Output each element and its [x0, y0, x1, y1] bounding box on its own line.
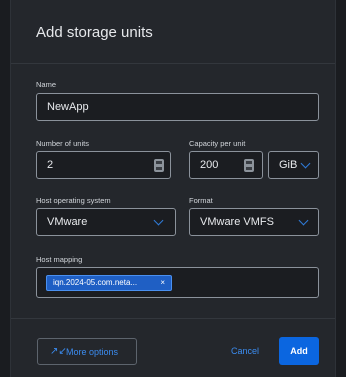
- name-input[interactable]: NewApp: [36, 93, 319, 121]
- stepper-icon[interactable]: [154, 159, 164, 172]
- more-options-button[interactable]: ↗↙ More options: [37, 338, 137, 365]
- stepper-icon[interactable]: [244, 159, 254, 172]
- add-button-label: Add: [290, 346, 308, 356]
- chevron-down-icon: [300, 158, 311, 169]
- close-icon[interactable]: ×: [160, 276, 165, 290]
- dialog-header: Add storage units: [11, 0, 335, 64]
- format-select[interactable]: VMware VMFS: [189, 208, 319, 236]
- capacity-unit-select[interactable]: GiB: [268, 151, 319, 179]
- units-label: Number of units: [36, 139, 89, 148]
- add-storage-units-dialog: Add storage units Name NewApp Number of …: [10, 0, 336, 377]
- host-os-value: VMware: [47, 216, 88, 228]
- chevron-down-icon: [153, 215, 164, 226]
- dialog-title: Add storage units: [36, 24, 153, 41]
- expand-icon: ↗↙: [50, 346, 67, 357]
- footer-divider: [11, 318, 335, 319]
- name-label: Name: [36, 80, 57, 89]
- format-value: VMware VMFS: [200, 216, 274, 228]
- add-button[interactable]: Add: [279, 337, 319, 365]
- more-options-label: More options: [66, 347, 119, 357]
- host-mapping-chip[interactable]: iqn.2024-05.com.neta... ×: [46, 275, 172, 291]
- units-stepper[interactable]: 2: [36, 151, 171, 179]
- capacity-label: Capacity per unit: [189, 139, 246, 148]
- chevron-down-icon: [298, 215, 309, 226]
- host-mapping-input[interactable]: iqn.2024-05.com.neta... ×: [36, 267, 319, 298]
- cancel-button[interactable]: Cancel: [231, 346, 259, 356]
- format-label: Format: [189, 196, 213, 205]
- units-value: 2: [47, 159, 54, 171]
- host-mapping-label: Host mapping: [36, 255, 83, 264]
- capacity-value: 200: [200, 159, 219, 171]
- capacity-unit-value: GiB: [279, 159, 298, 171]
- host-mapping-chip-label: iqn.2024-05.com.neta...: [53, 278, 138, 287]
- host-os-label: Host operating system: [36, 196, 111, 205]
- capacity-stepper[interactable]: 200: [189, 151, 263, 179]
- host-os-select[interactable]: VMware: [36, 208, 176, 236]
